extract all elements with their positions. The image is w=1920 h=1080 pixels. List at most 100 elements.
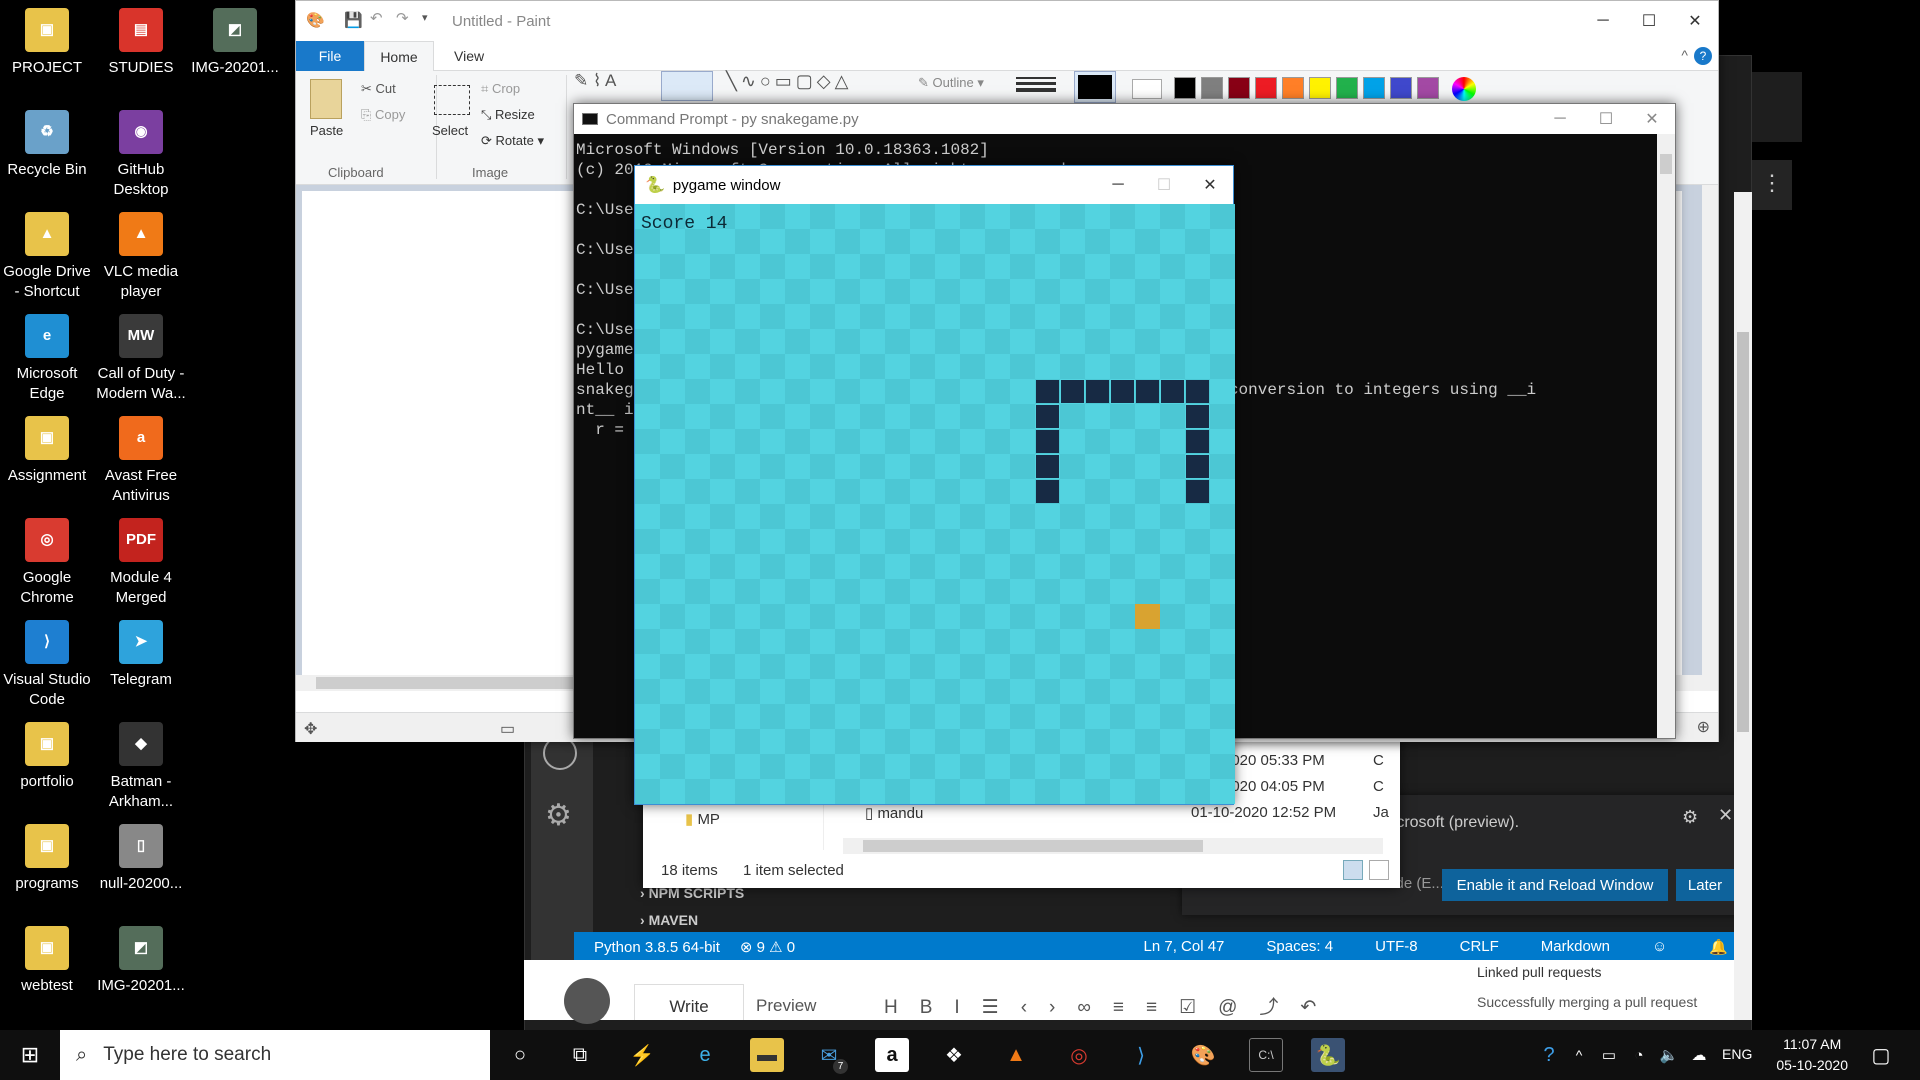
rotate-button[interactable]: ⟳ Rotate ▾ — [481, 133, 544, 149]
desktop-icon[interactable]: ▲ Google Drive - Shortcut — [0, 212, 94, 302]
undo-icon[interactable]: ↶ — [370, 9, 383, 27]
outline-dropdown[interactable]: ✎ Outline ▾ — [918, 75, 984, 91]
palette-swatch[interactable] — [1282, 77, 1304, 99]
desktop-icon[interactable]: ◩ IMG-20201... — [188, 8, 282, 78]
palette-swatch[interactable] — [1390, 77, 1412, 99]
desktop-icon[interactable]: ▣ portfolio — [0, 722, 94, 792]
vscode-taskbar-icon[interactable]: ⟩ — [1124, 1038, 1158, 1072]
show-hidden-icons-icon[interactable]: ^ — [1562, 1038, 1596, 1072]
paste-button[interactable]: Paste — [310, 123, 343, 138]
language-mode[interactable]: Markdown — [1541, 938, 1610, 956]
edge-taskbar-icon[interactable]: e — [688, 1038, 722, 1072]
wifi-icon[interactable]: ◔ — [1622, 1038, 1656, 1072]
close-button[interactable]: ✕ — [1187, 166, 1233, 204]
python-interpreter[interactable]: Python 3.8.5 64-bit — [594, 939, 720, 956]
later-button[interactable]: Later — [1676, 869, 1734, 901]
tab-file[interactable]: File — [296, 41, 364, 71]
tools-group[interactable]: ✎ ⌇ A — [574, 71, 616, 91]
desktop-icon[interactable]: ▣ webtest — [0, 926, 94, 996]
volume-icon[interactable]: 🔈 — [1652, 1038, 1686, 1072]
copy-button[interactable]: ⎘ Copy — [361, 107, 405, 123]
taskbar-search[interactable]: ⌕ Type here to search — [60, 1030, 490, 1080]
paint-taskbar-icon[interactable]: 🎨 — [1186, 1038, 1220, 1072]
maximize-button[interactable]: ☐ — [1583, 104, 1629, 134]
paint-v-scrollbar[interactable] — [1702, 185, 1718, 691]
minimize-button[interactable]: ─ — [1537, 104, 1583, 134]
crop-button[interactable]: ⌗ Crop — [481, 81, 520, 97]
desktop-icon[interactable]: ◎ Google Chrome — [0, 518, 94, 608]
settings-gear-icon[interactable]: ⚙ — [545, 798, 572, 833]
quick-access-dropdown-icon[interactable]: ▾ — [422, 11, 428, 24]
desktop-icon[interactable]: e Microsoft Edge — [0, 314, 94, 404]
cursor-position[interactable]: Ln 7, Col 47 — [1144, 938, 1225, 956]
problems-count[interactable]: ⊗ 9 ⚠ 0 — [740, 938, 795, 956]
dropbox-taskbar-icon[interactable]: ❖ — [937, 1038, 971, 1072]
file-row-mandu[interactable]: ▯ mandu — [865, 804, 923, 822]
cut-button[interactable]: ✂ Cut — [361, 81, 396, 97]
palette-swatch[interactable] — [1201, 77, 1223, 99]
maximize-button[interactable]: ☐ — [1626, 1, 1672, 41]
help-tray-icon[interactable]: ? — [1532, 1038, 1566, 1072]
select-icon[interactable] — [434, 85, 470, 115]
redo-icon[interactable]: ↷ — [396, 9, 409, 27]
more-actions-icon[interactable]: ⋮ — [1752, 160, 1792, 210]
encoding[interactable]: UTF-8 — [1375, 938, 1418, 956]
action-center-icon[interactable]: ▢ — [1864, 1038, 1898, 1072]
clock[interactable]: 11:07 AM 05-10-2020 — [1776, 1034, 1848, 1076]
palette-swatch[interactable] — [1336, 77, 1358, 99]
minimize-button[interactable]: ─ — [1095, 166, 1141, 204]
desktop-icon[interactable]: MW Call of Duty - Modern Wa... — [94, 314, 188, 404]
scrollbar-thumb[interactable] — [1737, 332, 1749, 732]
cmd-scrollbar[interactable] — [1657, 134, 1675, 738]
chrome-taskbar-icon[interactable]: ◎ — [1062, 1038, 1096, 1072]
desktop-icon[interactable]: ◆ Batman - Arkham... — [94, 722, 188, 812]
desktop-icon[interactable]: a Avast Free Antivirus — [94, 416, 188, 506]
close-button[interactable]: ✕ — [1629, 104, 1675, 134]
palette-swatch[interactable] — [1228, 77, 1250, 99]
help-icon[interactable]: ? — [1694, 47, 1712, 65]
app-icon-lightning[interactable]: ⚡ — [625, 1038, 659, 1072]
file-explorer-taskbar-icon[interactable]: ▬ — [750, 1038, 784, 1072]
onedrive-icon[interactable]: ☁ — [1682, 1038, 1716, 1072]
tab-view[interactable]: View — [454, 41, 484, 71]
details-view-icon[interactable] — [1343, 860, 1363, 880]
desktop-icon[interactable]: PDF Module 4 Merged — [94, 518, 188, 608]
desktop-icon[interactable]: ▯ null-20200... — [94, 824, 188, 894]
cmd-taskbar-icon[interactable]: C:\ — [1249, 1038, 1283, 1072]
zoom-in-icon[interactable]: ⊕ — [1697, 717, 1710, 737]
shapes-gallery[interactable]: ╲∿○▭▢◇△ — [726, 71, 853, 92]
desktop-icon[interactable]: ▣ Assignment — [0, 416, 94, 486]
palette-swatch[interactable] — [1255, 77, 1277, 99]
paste-icon[interactable] — [310, 79, 342, 119]
amazon-taskbar-icon[interactable]: a — [875, 1038, 909, 1072]
enable-reload-button[interactable]: Enable it and Reload Window — [1442, 869, 1668, 901]
task-view-icon[interactable]: ⧉ — [563, 1038, 597, 1072]
cortana-icon[interactable]: ○ — [503, 1038, 537, 1072]
desktop-icon[interactable]: ▤ STUDIES — [94, 8, 188, 78]
large-icons-view-icon[interactable] — [1369, 860, 1389, 880]
palette-swatch[interactable] — [1363, 77, 1385, 99]
scrollbar-thumb[interactable] — [863, 840, 1203, 852]
collapse-ribbon-icon[interactable]: ^ — [1681, 47, 1688, 63]
palette-swatch[interactable] — [1417, 77, 1439, 99]
select-button[interactable]: Select — [432, 123, 468, 138]
python-taskbar-icon[interactable]: 🐍 — [1311, 1038, 1345, 1072]
close-button[interactable]: ✕ — [1672, 1, 1718, 41]
notification-settings-icon[interactable]: ⚙ — [1682, 807, 1698, 828]
markdown-toolbar[interactable]: HBI☰‹›∞≡≡☑@⤴↶ — [884, 992, 1338, 1019]
battery-icon[interactable]: ▭ — [1592, 1038, 1626, 1072]
desktop-icon[interactable]: ♻ Recycle Bin — [0, 110, 94, 180]
vlc-taskbar-icon[interactable]: ▲ — [999, 1038, 1033, 1072]
minimize-button[interactable]: ─ — [1580, 1, 1626, 41]
tab-home[interactable]: Home — [364, 41, 434, 72]
brushes-button[interactable] — [661, 71, 713, 101]
notifications-icon[interactable]: 🔔 — [1709, 938, 1728, 956]
resize-button[interactable]: ⤡ Resize — [481, 107, 535, 123]
scrollbar-thumb[interactable] — [1660, 154, 1672, 174]
mail-taskbar-icon[interactable]: ✉ 7 — [812, 1038, 848, 1074]
desktop-icon[interactable]: ▣ programs — [0, 824, 94, 894]
sidebar-section-maven[interactable]: › MAVEN — [640, 912, 698, 928]
save-icon[interactable]: 💾 — [344, 11, 363, 29]
tab-preview[interactable]: Preview — [756, 996, 816, 1016]
size-button[interactable] — [1016, 71, 1056, 97]
